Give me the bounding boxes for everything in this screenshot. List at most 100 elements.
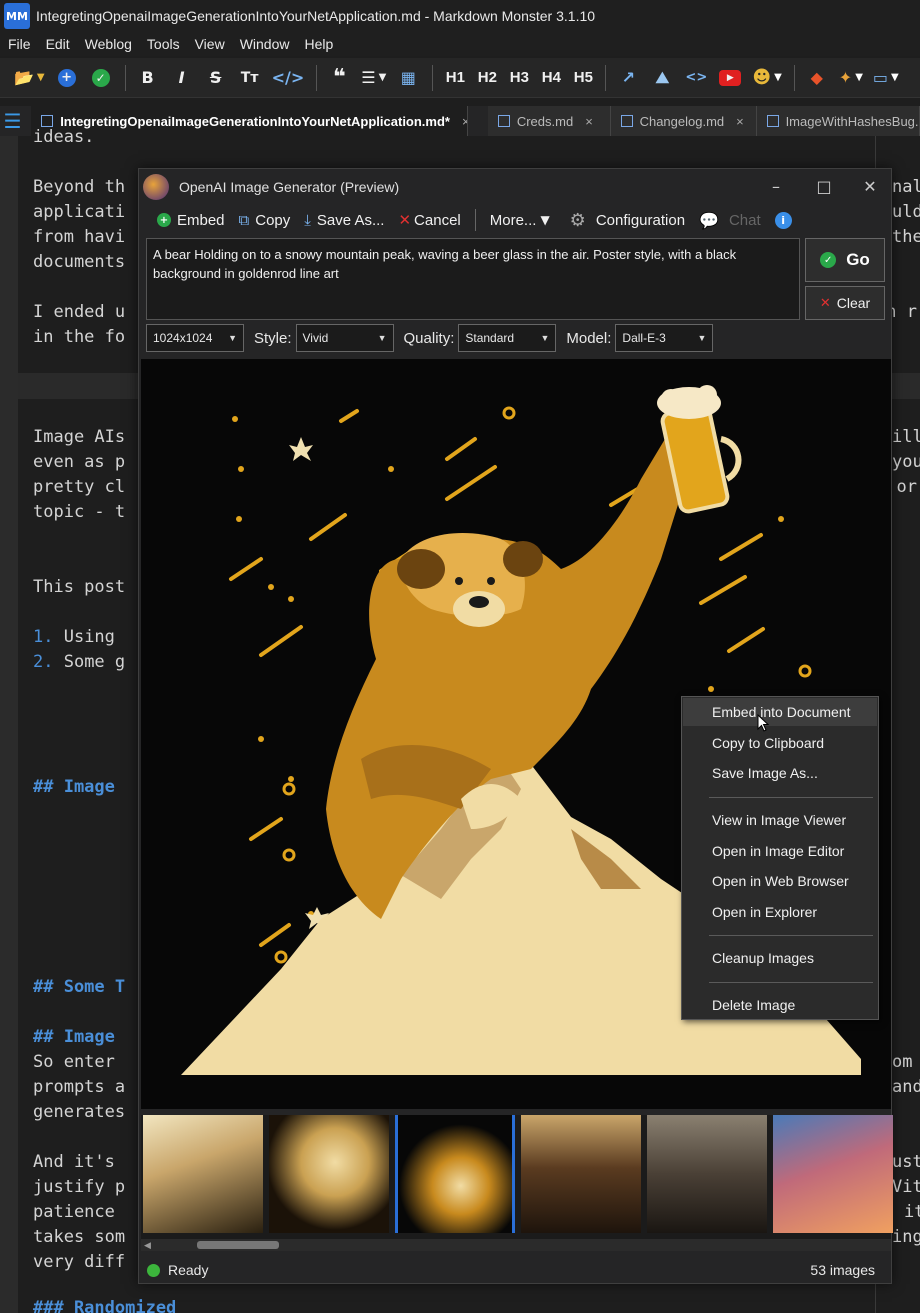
menu-save-image-as[interactable]: Save Image As... [683, 759, 877, 787]
menu-open-in-image-editor[interactable]: Open in Image Editor [683, 837, 877, 865]
editor-fragment: uld [892, 202, 920, 222]
menu-cleanup-images[interactable]: Cleanup Images [683, 944, 877, 972]
menu-view[interactable]: View [195, 36, 234, 52]
bold-icon[interactable]: B [136, 64, 160, 92]
code-icon[interactable]: </> [272, 64, 305, 92]
quote-icon[interactable]: ❝ [327, 64, 351, 92]
thumbnail[interactable] [269, 1115, 389, 1233]
youtube-icon[interactable]: ▶ [718, 64, 742, 92]
text-transform-icon[interactable]: Tт [238, 64, 262, 92]
model-select[interactable]: Dall-E-3 ▼ [615, 324, 714, 352]
heading4-button[interactable]: H4 [539, 64, 563, 92]
editor-fragment: it [904, 1202, 920, 1222]
dialog-toolbar: + Embed ⧉ Copy ⤓ Save As... ✕ Cancel Mor… [139, 205, 891, 235]
configuration-button[interactable]: ⚙ Configuration [570, 210, 685, 231]
cancel-button[interactable]: ✕ Cancel [398, 211, 460, 229]
scrollbar-thumb[interactable] [197, 1241, 279, 1249]
editor-line: even as p [33, 452, 126, 472]
menu-separator [709, 935, 873, 936]
image-icon[interactable]: ⛰ [650, 64, 674, 92]
style-value: Vivid [302, 331, 329, 345]
tab-creds[interactable]: Creds.md × [487, 106, 611, 136]
menu-tools[interactable]: Tools [147, 36, 189, 52]
editor-line: applicati [33, 202, 126, 222]
menu-embed-into-document[interactable]: Embed into Document [683, 698, 877, 726]
quality-value: Standard [465, 331, 515, 345]
editor-line: Beyond th [33, 177, 126, 197]
style-select[interactable]: Vivid ▼ [295, 324, 394, 352]
strikethrough-icon[interactable]: S [204, 64, 228, 92]
model-label: Model: [566, 329, 612, 347]
go-button[interactable]: ✓ Go [805, 238, 885, 282]
thumbnail[interactable] [143, 1115, 263, 1233]
heading1-button[interactable]: H1 [443, 64, 467, 92]
table-icon[interactable]: ▦ [396, 64, 420, 92]
info-button[interactable]: i [774, 211, 798, 229]
menu-edit[interactable]: Edit [46, 36, 79, 52]
title-bar: MM IntegretingOpenaiImageGenerationIntoY… [0, 0, 920, 32]
menu-help[interactable]: Help [304, 36, 342, 52]
markdown-file-icon [766, 115, 779, 127]
heading5-button[interactable]: H5 [571, 64, 595, 92]
menu-open-in-web-browser[interactable]: Open in Web Browser [683, 867, 877, 895]
list-icon[interactable]: ☰ ▼ [361, 64, 386, 92]
emoji-icon[interactable]: ☻ ▼ [752, 64, 781, 92]
open-folder-icon[interactable]: 📂 ▼ [14, 64, 45, 92]
thumbnail-selected[interactable] [395, 1115, 515, 1233]
menu-file[interactable]: File [8, 36, 40, 52]
copy-label: Copy [255, 211, 291, 229]
git-icon[interactable]: ◆ [805, 64, 829, 92]
heading2-button[interactable]: H2 [475, 64, 499, 92]
menu-view-in-image-viewer[interactable]: View in Image Viewer [683, 806, 877, 834]
menu-delete-image[interactable]: Delete Image [683, 991, 877, 1019]
tab-integrating-openai[interactable]: IntegretingOpenaiImageGenerationIntoYour… [31, 106, 468, 136]
heading3-button[interactable]: H3 [507, 64, 531, 92]
quality-select[interactable]: Standard ▼ [458, 324, 557, 352]
tab-changelog[interactable]: Changelog.md × [610, 106, 757, 136]
thumbnail-strip [141, 1115, 893, 1239]
tab-close-icon[interactable]: × [462, 114, 467, 129]
thumbnail[interactable] [647, 1115, 767, 1233]
menu-window[interactable]: Window [240, 36, 299, 52]
prompt-input[interactable]: A bear Holding on to a snowy mountain pe… [146, 238, 800, 320]
chat-button[interactable]: 💬 Chat [699, 211, 761, 230]
editor-list-text: Some g [63, 652, 126, 672]
maximize-icon[interactable]: □ [813, 175, 835, 197]
size-select[interactable]: 1024x1024 ▼ [146, 324, 244, 352]
presentation-icon[interactable]: ▭ ▼ [873, 64, 899, 92]
tab-close-icon[interactable]: × [736, 114, 744, 129]
thumbnail[interactable] [773, 1115, 893, 1233]
editor-line: in the fo [33, 327, 126, 347]
clear-button[interactable]: ✕ Clear [805, 286, 885, 320]
code-block-icon[interactable]: <> [684, 64, 708, 92]
new-document-icon[interactable]: + [55, 64, 79, 92]
toolbar-separator [793, 64, 795, 91]
more-button[interactable]: More... ▼ [490, 212, 556, 229]
link-icon[interactable]: ↗ [616, 64, 640, 92]
copy-button[interactable]: ⧉ Copy [239, 211, 291, 229]
thumbnail-scrollbar[interactable]: ◀ [141, 1239, 891, 1251]
menu-open-in-explorer[interactable]: Open in Explorer [683, 898, 877, 926]
thumbnail[interactable] [521, 1115, 641, 1233]
tab-close-icon[interactable]: × [585, 114, 593, 129]
italic-icon[interactable]: I [170, 64, 194, 92]
clear-label: Clear [836, 295, 871, 311]
dialog-title-bar: OpenAI Image Generator (Preview) – □ ✕ [139, 169, 891, 205]
editor-heading: ## Some T [33, 977, 126, 997]
scroll-left-icon[interactable]: ◀ [144, 1240, 151, 1251]
editor-line: very diff [33, 1252, 126, 1272]
embed-button[interactable]: + Embed [157, 212, 225, 229]
markdown-file-icon [497, 115, 510, 127]
menu-weblog[interactable]: Weblog [85, 36, 141, 52]
editor-line: generates [33, 1102, 126, 1122]
minimize-icon[interactable]: – [765, 175, 787, 197]
save-as-button[interactable]: ⤓ Save As... [304, 211, 384, 229]
save-icon[interactable]: ✓ [89, 64, 113, 92]
close-icon[interactable]: ✕ [859, 175, 881, 197]
ai-tools-icon[interactable]: ✦ ▼ [839, 64, 863, 92]
hamburger-menu-icon[interactable]: ☰ [0, 106, 25, 136]
toolbar-separator [474, 209, 476, 231]
tab-image-with-hashes[interactable]: ImageWithHashesBug.r [756, 106, 920, 136]
editor-heading: ## Image [33, 1027, 115, 1047]
menu-copy-to-clipboard[interactable]: Copy to Clipboard [683, 729, 877, 757]
